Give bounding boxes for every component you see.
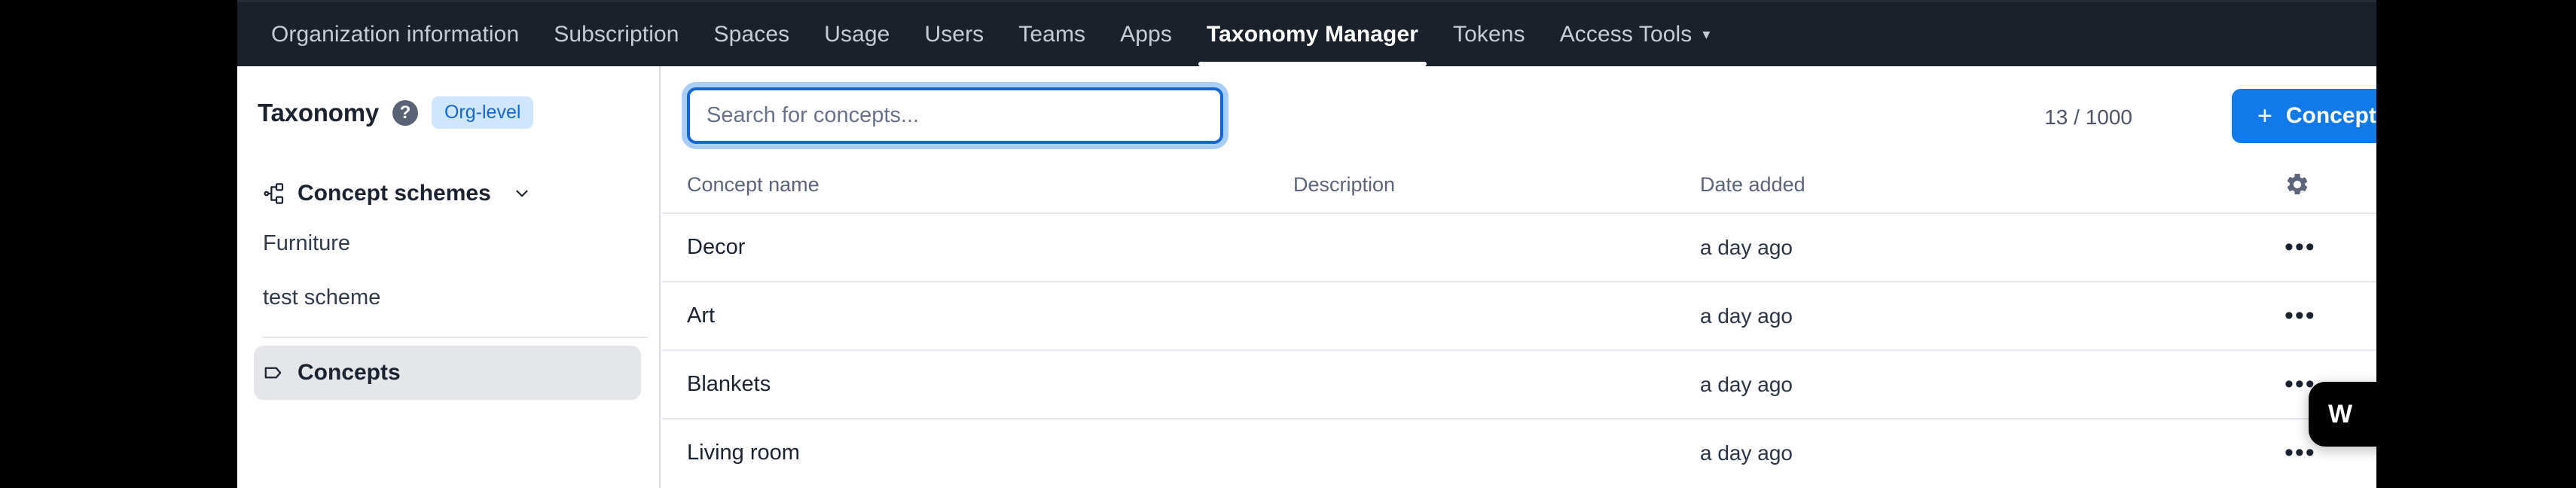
- search-field-wrapper[interactable]: [687, 87, 1223, 144]
- sidebar-item-label: Furniture: [263, 230, 351, 255]
- cell-concept-name: Living room: [687, 441, 800, 465]
- nav-item-subscription[interactable]: Subscription: [536, 2, 696, 66]
- taxonomy-sidebar: Taxonomy ? Org-level Concept schemes Fur…: [237, 66, 661, 488]
- nav-label: Teams: [1018, 21, 1086, 47]
- chevron-down-icon: ▾: [1702, 26, 1711, 43]
- table-row[interactable]: Living room a day ago •••: [662, 418, 2376, 486]
- row-actions-cell: •••: [2129, 440, 2376, 466]
- nav-label: Organization information: [271, 21, 520, 47]
- chevron-down-icon: [512, 184, 532, 203]
- sidebar-item-label: test scheme: [263, 285, 381, 310]
- concept-schemes-label: Concept schemes: [298, 181, 491, 206]
- tag-icon: [263, 361, 285, 384]
- cell-date-added: a day ago: [1700, 372, 1793, 396]
- concepts-table: Concept name Description Date added Deco…: [662, 157, 2376, 486]
- sidebar-header: Taxonomy ? Org-level: [237, 66, 659, 129]
- concept-schemes-toggle[interactable]: Concept schemes: [237, 171, 659, 216]
- nav-label: Subscription: [554, 21, 679, 47]
- cell-date-added: a day ago: [1700, 235, 1793, 259]
- nav-item-users[interactable]: Users: [907, 2, 1001, 66]
- nav-label: Taxonomy Manager: [1206, 21, 1419, 47]
- sidebar-item-label: Concepts: [298, 360, 401, 385]
- table-settings-cell: [2129, 172, 2376, 197]
- table-row[interactable]: Blankets a day ago •••: [662, 349, 2376, 418]
- nav-label: Spaces: [713, 21, 790, 47]
- cell-concept-name: Decor: [687, 235, 746, 259]
- sidebar-item-test-scheme[interactable]: test scheme: [237, 270, 659, 325]
- nav-label: Apps: [1120, 21, 1172, 47]
- nav-item-tokens[interactable]: Tokens: [1436, 2, 1543, 66]
- nav-item-apps[interactable]: Apps: [1103, 2, 1189, 66]
- row-menu-icon[interactable]: •••: [2285, 303, 2316, 329]
- main-content: 13 / 1000 + Concept Concept name Descrip…: [662, 66, 2376, 488]
- right-letterbox-mask: [2376, 0, 2576, 488]
- column-header-concept-name[interactable]: Concept name: [662, 173, 1293, 197]
- gear-icon[interactable]: [2285, 172, 2310, 197]
- add-concept-label: Concept: [2285, 103, 2376, 128]
- nav-item-teams[interactable]: Teams: [1001, 2, 1103, 66]
- support-chat-widget[interactable]: W: [2309, 382, 2376, 447]
- row-menu-icon[interactable]: •••: [2285, 440, 2316, 466]
- cell-date-added: a day ago: [1700, 441, 1793, 465]
- cell-concept-name: Blankets: [687, 372, 771, 396]
- cell-concept-name: Art: [687, 303, 716, 328]
- sidebar-item-furniture[interactable]: Furniture: [237, 216, 659, 270]
- table-header-row: Concept name Description Date added: [662, 157, 2376, 212]
- table-row[interactable]: Art a day ago •••: [662, 281, 2376, 349]
- concept-count: 13 / 1000: [2044, 105, 2132, 129]
- screenshot-viewport: Organization information Subscription Sp…: [0, 0, 2576, 488]
- app-window: Organization information Subscription Sp…: [237, 0, 2376, 488]
- org-level-badge: Org-level: [431, 96, 534, 129]
- nav-item-taxonomy-manager[interactable]: Taxonomy Manager: [1189, 2, 1436, 66]
- column-header-description[interactable]: Description: [1293, 173, 1700, 197]
- hierarchy-icon: [263, 181, 287, 206]
- row-actions-cell: •••: [2129, 234, 2376, 261]
- search-input[interactable]: [690, 90, 1220, 141]
- plus-icon: +: [2257, 102, 2272, 130]
- column-header-date-added[interactable]: Date added: [1700, 173, 2129, 197]
- nav-item-access-tools[interactable]: Access Tools ▾: [1543, 2, 1728, 66]
- chat-widget-label: W: [2328, 399, 2353, 429]
- table-row[interactable]: Decor a day ago •••: [662, 212, 2376, 281]
- help-icon[interactable]: ?: [392, 99, 418, 126]
- row-actions-cell: •••: [2129, 303, 2376, 329]
- sidebar-divider: [263, 337, 649, 338]
- nav-label: Tokens: [1453, 21, 1525, 47]
- add-concept-button[interactable]: + Concept: [2232, 89, 2376, 143]
- page-title: Taxonomy: [258, 98, 379, 127]
- sidebar-item-concepts[interactable]: Concepts: [254, 346, 641, 400]
- nav-label: Access Tools: [1559, 21, 1692, 47]
- top-navigation-bar: Organization information Subscription Sp…: [237, 0, 2376, 66]
- concepts-toolbar: 13 / 1000 + Concept: [662, 66, 2376, 157]
- nav-label: Usage: [824, 21, 890, 47]
- row-menu-icon[interactable]: •••: [2285, 234, 2316, 261]
- nav-item-usage[interactable]: Usage: [807, 2, 907, 66]
- cell-date-added: a day ago: [1700, 303, 1793, 328]
- nav-item-spaces[interactable]: Spaces: [697, 2, 807, 66]
- nav-label: Users: [924, 21, 984, 47]
- nav-item-organization-information[interactable]: Organization information: [254, 2, 536, 66]
